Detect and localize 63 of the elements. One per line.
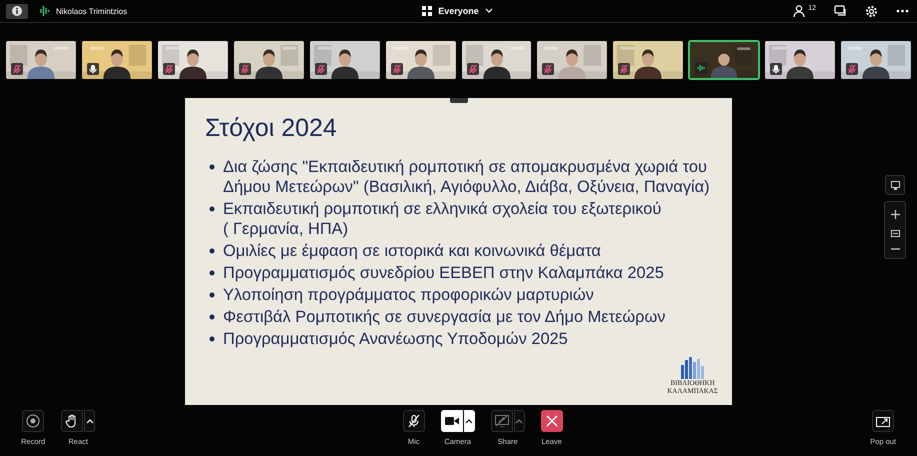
- bullet-text: Εκπαιδευτική ρομποτική σε ελληνικά σχολεία του εξωτερικού: [223, 199, 662, 219]
- participant-tile[interactable]: [764, 40, 836, 80]
- bullet-icon: [209, 292, 215, 298]
- more-icon[interactable]: [896, 9, 909, 13]
- books-icon: [680, 357, 706, 379]
- participant-tile[interactable]: [612, 40, 684, 80]
- chat-icon[interactable]: [834, 5, 847, 17]
- participant-tile[interactable]: [536, 40, 608, 80]
- screen-icon: [890, 180, 900, 190]
- presenter-name: Nikolaos Trimintzios: [56, 6, 128, 16]
- view-selector[interactable]: Everyone: [422, 6, 493, 16]
- participant-tile[interactable]: [840, 40, 912, 80]
- grid-icon: [422, 6, 432, 16]
- bullet-text: Προγραμματισμός Ανανέωσης Υποδομών 2025: [223, 329, 568, 349]
- person-icon: [793, 5, 806, 17]
- participant-tile[interactable]: [156, 40, 229, 80]
- options-caret-button[interactable]: [84, 410, 96, 432]
- bullet-icon: [209, 248, 215, 254]
- caret-icon: [515, 418, 524, 424]
- mic-button[interactable]: [402, 410, 425, 432]
- fit-width-icon[interactable]: [890, 230, 900, 237]
- bullet-text: Φεστιβάλ Ρομποτικής σε συνεργασία με τον Δήμο Μετεώρων: [223, 307, 666, 327]
- pop-out-icon: [876, 415, 890, 427]
- participant-tile[interactable]: [384, 40, 457, 80]
- caret-icon: [465, 418, 474, 424]
- bullet-icon: [209, 314, 215, 320]
- caret-icon: [86, 418, 94, 424]
- participant-tile[interactable]: [688, 40, 760, 80]
- bullet-icon: [209, 206, 215, 212]
- bullet-text: ( Γερμανία, ΗΠΑ): [223, 219, 350, 239]
- react-button[interactable]: [61, 410, 84, 432]
- record-icon: [26, 414, 40, 428]
- record-button[interactable]: [22, 410, 44, 432]
- participant-tile[interactable]: [80, 40, 153, 80]
- fit-screen-button[interactable]: [885, 175, 905, 195]
- camera-button[interactable]: [440, 410, 463, 432]
- slide-title: Στόχοι 2024: [205, 114, 338, 143]
- info-button[interactable]: [6, 4, 28, 18]
- muted-mic-icon: [406, 414, 421, 428]
- bullet-text: Προγραμματισμός συνεδρίου ΕΕΒΕΠ στην Καλαμπάκα 2025: [223, 263, 664, 283]
- drag-handle[interactable]: [450, 98, 468, 103]
- bullet-text: Δήμου Μετεώρων" (Βασιλική, Αγιόφυλλο, Διάβα, Οξύνεια, Παναγία): [223, 177, 710, 197]
- bullet-text: Υλοποίηση προγράμματος προφορικών μαρτυριών: [223, 285, 594, 305]
- bullet-icon: [209, 270, 215, 276]
- bullet-icon: [209, 336, 215, 342]
- participant-tile[interactable]: [308, 40, 381, 80]
- caret-icon: [484, 8, 493, 14]
- close-icon: [546, 415, 558, 427]
- audio-wave-icon: [40, 5, 50, 17]
- participant-tile[interactable]: [5, 40, 77, 80]
- leave-button[interactable]: [540, 410, 563, 432]
- settings-icon[interactable]: [865, 4, 878, 18]
- info-icon: [12, 6, 22, 16]
- participant-tile[interactable]: [460, 40, 532, 80]
- share-button[interactable]: [490, 410, 513, 432]
- popout-button[interactable]: [872, 410, 894, 432]
- camera-icon: [444, 416, 459, 426]
- bullet-text: Δια ζώσης "Εκπαιδευτική ρομποτική σε απομακρυσμένα χωριά του: [223, 157, 708, 177]
- share-screen-icon: [494, 415, 509, 427]
- bullet-text: Ομιλίες με έμφαση σε ιστορικά και κοινωνικά θέματα: [223, 241, 601, 261]
- zoom-in-icon[interactable]: [890, 210, 900, 219]
- participant-tile[interactable]: [232, 40, 305, 80]
- bullet-icon: [209, 164, 215, 170]
